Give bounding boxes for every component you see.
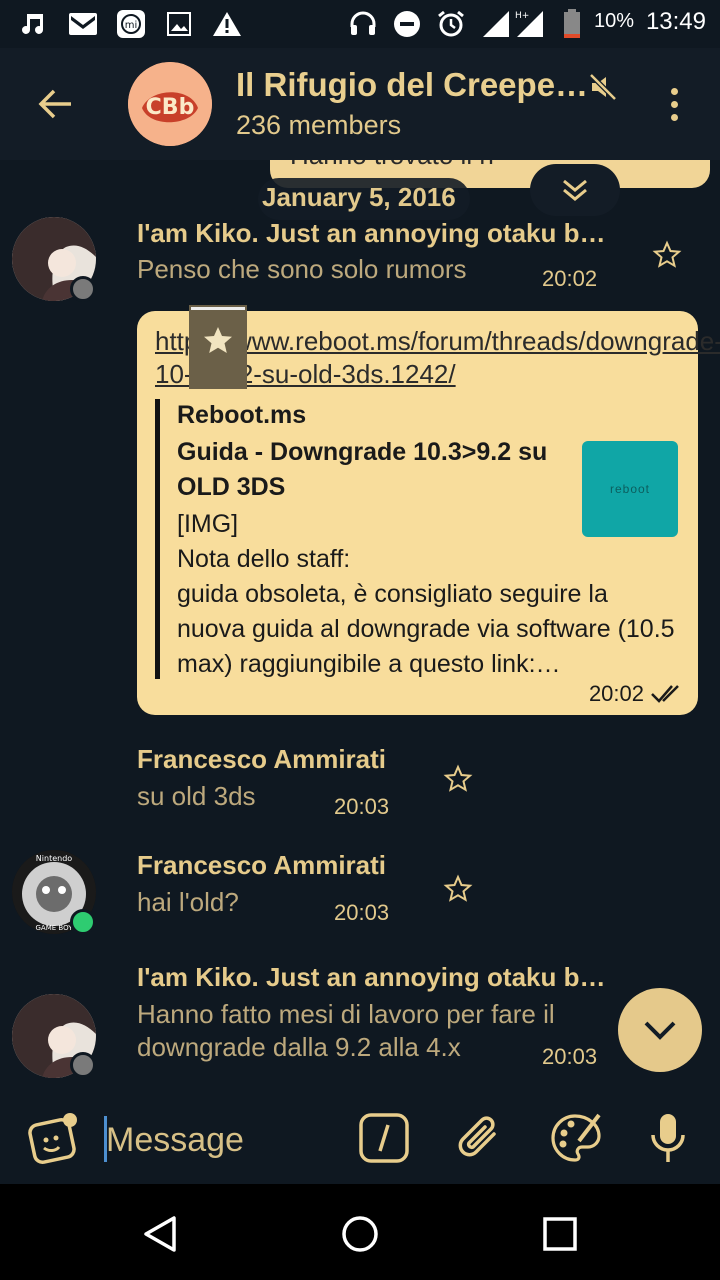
preview-thumbnail[interactable]: reboot: [582, 441, 678, 537]
online-status-dot: [70, 909, 96, 935]
dot-icon: [670, 100, 678, 108]
star-icon[interactable]: [443, 764, 473, 794]
nav-back-button[interactable]: [130, 1206, 190, 1262]
sticker-icon: [28, 1113, 77, 1165]
bookmark-icon[interactable]: [189, 305, 247, 389]
signal-icon: H+: [480, 10, 546, 38]
bot-command-button[interactable]: [356, 1110, 412, 1166]
gmail-icon: [68, 10, 98, 38]
link-message-bubble[interactable]: https://www.reboot.ms/forum/threads/down…: [137, 305, 720, 715]
preview-thumbnail-text: reboot: [609, 482, 651, 496]
message-time: 20:03: [542, 1044, 598, 1069]
nav-recents-button[interactable]: [530, 1206, 590, 1262]
avatar-bottom-text: GAME BOY: [36, 924, 74, 932]
voice-record-button[interactable]: [640, 1110, 696, 1166]
preview-quote-bar: [155, 399, 160, 679]
group-title[interactable]: Il Rifugio del Creepe…: [236, 66, 588, 104]
sender-name[interactable]: I'am Kiko. Just an annoying otaku b…: [137, 962, 605, 993]
message-time: 20:02: [588, 681, 644, 706]
microphone-icon: [651, 1114, 685, 1162]
circle-home-icon: [342, 1216, 378, 1252]
network-type-label: H+: [515, 11, 529, 21]
scroll-to-mention-button[interactable]: [530, 164, 620, 216]
message-list[interactable]: Hanno trovato il n January 5, 2016 I'am …: [0, 160, 720, 1084]
message-time: 20:02: [542, 266, 598, 291]
message-text: Penso che sono solo rumors: [137, 254, 467, 284]
star-icon[interactable]: [652, 240, 682, 270]
svg-text:mi: mi: [125, 20, 138, 31]
double-chevron-down-icon: [563, 179, 587, 201]
double-check-icon: [651, 685, 679, 703]
headset-icon: [348, 10, 378, 38]
nav-home-button[interactable]: [330, 1206, 390, 1262]
sender-name[interactable]: I'am Kiko. Just an annoying otaku b…: [137, 218, 605, 249]
chevron-down-icon: [644, 1021, 676, 1040]
system-nav-bar: [0, 1184, 720, 1280]
paperclip-icon: [458, 1116, 496, 1157]
sticker-button[interactable]: [26, 1110, 82, 1166]
attach-button[interactable]: [452, 1110, 508, 1166]
message-time: 20:03: [334, 900, 390, 925]
scroll-down-button[interactable]: [618, 988, 702, 1072]
gallery-icon: [164, 10, 194, 38]
palette-icon: [551, 1113, 601, 1162]
warning-icon: [212, 10, 242, 38]
arrow-left-icon: [38, 89, 71, 119]
slash-command-icon: [359, 1113, 409, 1163]
avatar-top-text: Nintendo: [36, 854, 72, 863]
triangle-back-icon: [144, 1216, 176, 1252]
back-button[interactable]: [28, 80, 82, 128]
preview-site-name: Reboot.ms: [177, 401, 307, 429]
battery-icon: [560, 9, 584, 38]
previous-message-text: Hanno trovato il n: [290, 160, 494, 171]
music-icon: [20, 10, 50, 38]
preview-title: Guida - Downgrade 10.3>9.2 su OLD 3DS: [177, 438, 548, 501]
clock: 13:49: [645, 8, 706, 35]
dot-icon: [670, 113, 678, 121]
muted-icon: [588, 72, 618, 102]
dnd-icon: [392, 10, 422, 38]
dot-icon: [670, 87, 678, 95]
offline-status-dot: [70, 1052, 96, 1078]
theme-button[interactable]: [548, 1110, 604, 1166]
message-time: 20:03: [334, 794, 390, 819]
chat-header: CBb Il Rifugio del Creepe… 236 members: [0, 48, 720, 160]
double-check-icon: [658, 160, 694, 162]
message-text: su old 3ds: [137, 781, 256, 811]
mi-icon: mi: [116, 10, 146, 38]
sender-name[interactable]: Francesco Ammirati: [137, 850, 386, 881]
status-bar: mi H+ 10% 13:49: [0, 0, 720, 48]
alarm-icon: [436, 10, 466, 38]
square-recents-icon: [543, 1217, 577, 1251]
member-count: 236 members: [236, 110, 402, 140]
message-input[interactable]: [106, 1118, 336, 1162]
message-input-bar: [0, 1092, 720, 1184]
offline-status-dot: [70, 276, 96, 302]
battery-percent: 10%: [594, 10, 635, 32]
star-icon[interactable]: [443, 874, 473, 904]
message-text: hai l'old?: [137, 887, 239, 917]
date-separator: January 5, 2016: [262, 182, 456, 212]
sender-name[interactable]: Francesco Ammirati: [137, 744, 386, 775]
group-avatar[interactable]: CBb: [128, 62, 212, 146]
group-avatar-text: CBb: [146, 95, 195, 120]
more-options-button[interactable]: [654, 84, 694, 124]
